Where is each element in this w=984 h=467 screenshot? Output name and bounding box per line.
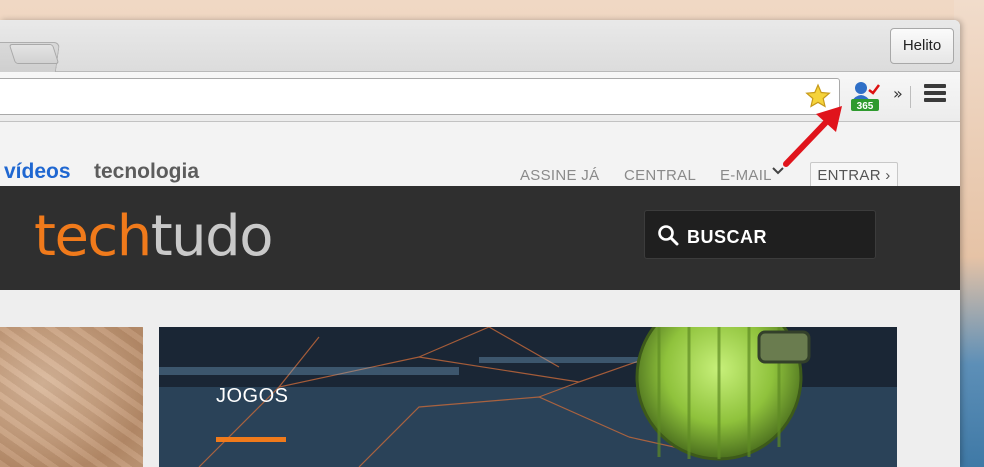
bookmark-star-icon[interactable] xyxy=(805,83,831,109)
search-label: BUSCAR xyxy=(687,227,768,247)
extension-user-365-icon[interactable]: 365 xyxy=(848,80,880,112)
new-tab-button[interactable] xyxy=(8,44,60,64)
site-nav-bar: vídeos tecnologia ASSINE JÁ CENTRAL E-MA… xyxy=(0,122,960,190)
techtudo-logo[interactable]: techtudo xyxy=(34,204,274,269)
site-header: techtudo BUSCAR xyxy=(0,186,960,290)
toolbar-divider xyxy=(910,86,911,108)
featured-article-card[interactable]: JOGOS xyxy=(159,327,897,467)
content-area: JOGOS xyxy=(0,290,960,467)
article-category: JOGOS xyxy=(216,385,289,407)
nav-link-assine[interactable]: ASSINE JÁ xyxy=(520,167,599,184)
logo-text-tudo: tudo xyxy=(150,204,274,269)
chevron-down-icon[interactable] xyxy=(772,166,784,176)
browser-window: Helito 365 » vídeos tecnologia ASSINE JÁ… xyxy=(0,20,960,467)
profile-button[interactable]: Helito xyxy=(890,28,954,64)
search-icon xyxy=(658,225,679,246)
logo-text-tech: tech xyxy=(34,204,152,269)
extensions-overflow-icon[interactable]: » xyxy=(893,84,903,103)
browser-menu-icon[interactable] xyxy=(924,84,946,106)
nav-link-tecnologia[interactable]: tecnologia xyxy=(94,160,199,184)
tab-strip: Helito xyxy=(0,20,960,72)
nav-link-videos[interactable]: vídeos xyxy=(4,160,71,184)
browser-toolbar: 365 » xyxy=(0,72,960,122)
extension-badge: 365 xyxy=(857,101,874,112)
article-thumbnail[interactable] xyxy=(0,327,143,467)
address-bar[interactable] xyxy=(0,78,840,115)
nav-link-central[interactable]: CENTRAL xyxy=(624,167,696,184)
search-button[interactable]: BUSCAR xyxy=(644,210,876,259)
category-underline xyxy=(216,437,286,442)
nav-link-email[interactable]: E-MAIL xyxy=(720,167,772,184)
